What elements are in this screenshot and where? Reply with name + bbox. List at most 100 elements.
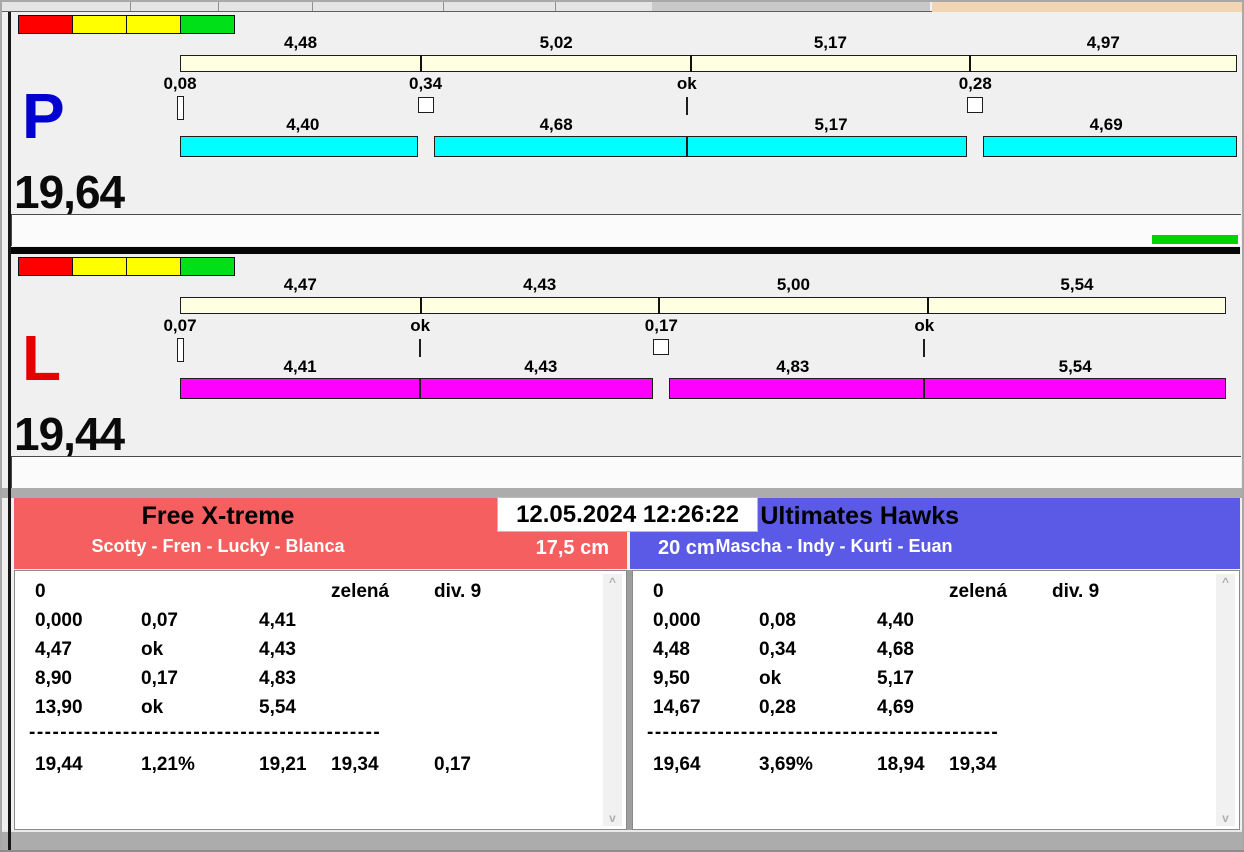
scroll-down-icon[interactable]: v: [603, 812, 622, 824]
table-row: 0,0000,074,41: [29, 610, 592, 634]
actual-time-bar-segment: [669, 378, 924, 399]
table-cell: ok: [141, 697, 163, 719]
window-border: [0, 0, 2, 852]
datetime-display: 12.05.2024 12:26:22: [497, 497, 758, 532]
table-cell: 4,40: [877, 610, 914, 632]
checkpoint-label: 0,34: [409, 74, 442, 94]
traffic-cell: [19, 258, 73, 275]
progress-bar: [1152, 235, 1238, 244]
vertical-scrollbar[interactable]: ^ v: [603, 574, 622, 826]
table-row: 19,643,69%18,9419,34: [647, 754, 1205, 778]
table-cell: 19,44: [35, 754, 83, 776]
table-cell: 19,34: [949, 754, 997, 776]
checkpoint-label: ok: [677, 74, 697, 94]
table-row: 0,0000,084,40: [647, 610, 1205, 634]
table-cell: div. 9: [434, 581, 481, 603]
checkpoint-label: 0,08: [163, 74, 196, 94]
strip-divider: [312, 2, 313, 11]
table-cell: 3,69%: [759, 754, 813, 776]
reference-bar-tick: [927, 297, 929, 314]
background-window-strip-segment: [652, 2, 930, 11]
planned-segment-time: 4,97: [1087, 33, 1120, 53]
table-divider-line: ----------------------------------------…: [29, 722, 409, 744]
table-cell: ok: [141, 639, 163, 661]
strip-divider: [218, 2, 219, 11]
actual-segment-time: 5,54: [1059, 357, 1092, 377]
table-cell: 0,17: [141, 668, 178, 690]
run-total-time: 19,44: [14, 411, 124, 457]
traffic-cell: [181, 16, 234, 33]
table-cell: 19,34: [331, 754, 379, 776]
planned-segment-time: 5,02: [540, 33, 573, 53]
planned-segment-time: 5,00: [777, 275, 810, 295]
table-cell: 4,41: [259, 610, 296, 632]
start-marker: [177, 96, 184, 120]
section-divider: [10, 247, 1240, 254]
table-cell: 0: [653, 581, 664, 603]
actual-segment-time: 4,68: [540, 115, 573, 135]
table-row: 0zelenádiv. 9: [647, 581, 1205, 605]
table-cell: 0: [35, 581, 46, 603]
run-letter: P: [22, 84, 65, 148]
table-cell: 14,67: [653, 697, 701, 719]
run-total-time: 19,64: [14, 169, 124, 215]
table-cell: zelená: [331, 581, 389, 603]
run-panel-p: P 19,64 4,48 5,02 5,17 4,97 0,08 0,34 ok 0,28 4,40…: [0, 12, 1244, 247]
table-row: 4,48 0,34 4,68: [647, 639, 1205, 663]
table-divider-line: ----------------------------------------…: [647, 722, 1027, 744]
actual-segment-time: 4,40: [286, 115, 319, 135]
table-cell: 4,69: [877, 697, 914, 719]
vertical-scrollbar[interactable]: ^ v: [1216, 574, 1235, 826]
table-cell: ok: [759, 668, 781, 690]
checkpoint-label: 0,28: [959, 74, 992, 94]
table-cell: 8,90: [35, 668, 72, 690]
reference-bar-tick: [420, 297, 422, 314]
fault-checkbox[interactable]: [653, 339, 669, 355]
ok-tick-marker: [419, 339, 421, 357]
actual-segment-time: 4,41: [284, 357, 317, 377]
table-cell: 0,28: [759, 697, 796, 719]
checkpoint-label: ok: [914, 316, 934, 336]
timing-app-window: P 19,64 4,48 5,02 5,17 4,97 0,08 0,34 ok 0,28 4,40…: [0, 0, 1244, 852]
table-cell: zelená: [949, 581, 1007, 603]
traffic-cell: [73, 16, 127, 33]
actual-segment-time: 5,17: [814, 115, 847, 135]
scroll-down-icon[interactable]: v: [1216, 812, 1235, 824]
table-cell: 4,68: [877, 639, 914, 661]
table-row: 4,47ok4,43: [29, 639, 592, 663]
table-row: 13,90ok5,54: [29, 697, 592, 721]
checkpoint-label: 0,07: [163, 316, 196, 336]
checkpoint-label: ok: [410, 316, 430, 336]
scroll-up-icon[interactable]: ^: [603, 576, 622, 588]
table-cell: 9,50: [653, 668, 690, 690]
actual-time-bar-segment: [983, 136, 1237, 157]
ok-tick-marker: [686, 97, 688, 115]
window-border: [0, 0, 1244, 2]
strip-divider: [130, 2, 131, 11]
table-cell: 0,17: [434, 754, 471, 776]
table-cell: 0,000: [653, 610, 701, 632]
progress-track: [11, 214, 1241, 246]
fault-checkbox[interactable]: [418, 97, 434, 113]
result-table-right: ^ v 0zelenádiv. 90,0000,084,404,480,344,…: [632, 570, 1240, 830]
fault-checkbox[interactable]: [967, 97, 983, 113]
reference-bar-tick: [420, 55, 422, 72]
progress-track: [11, 456, 1241, 488]
team-members: Scotty - Fren - Lucky - Blanca: [14, 536, 422, 557]
table-cell: 4,47: [35, 639, 72, 661]
team-name: Free X-treme: [14, 502, 422, 531]
actual-segment-time: 4,69: [1090, 115, 1123, 135]
table-cell: 5,54: [259, 697, 296, 719]
strip-divider: [555, 2, 556, 11]
scroll-up-icon[interactable]: ^: [1216, 576, 1235, 588]
table-row: 14,67 0,28 4,69: [647, 697, 1205, 721]
actual-time-bar-segment: [420, 378, 653, 399]
table-cell: 4,48: [653, 639, 690, 661]
table-cell: 0,34: [759, 639, 796, 661]
planned-segment-time: 4,47: [284, 275, 317, 295]
planned-segment-time: 4,48: [284, 33, 317, 53]
actual-time-bar-segment: [180, 378, 420, 399]
traffic-cell: [19, 16, 73, 33]
actual-segment-time: 4,43: [524, 357, 557, 377]
actual-time-bar-segment: [434, 136, 687, 157]
